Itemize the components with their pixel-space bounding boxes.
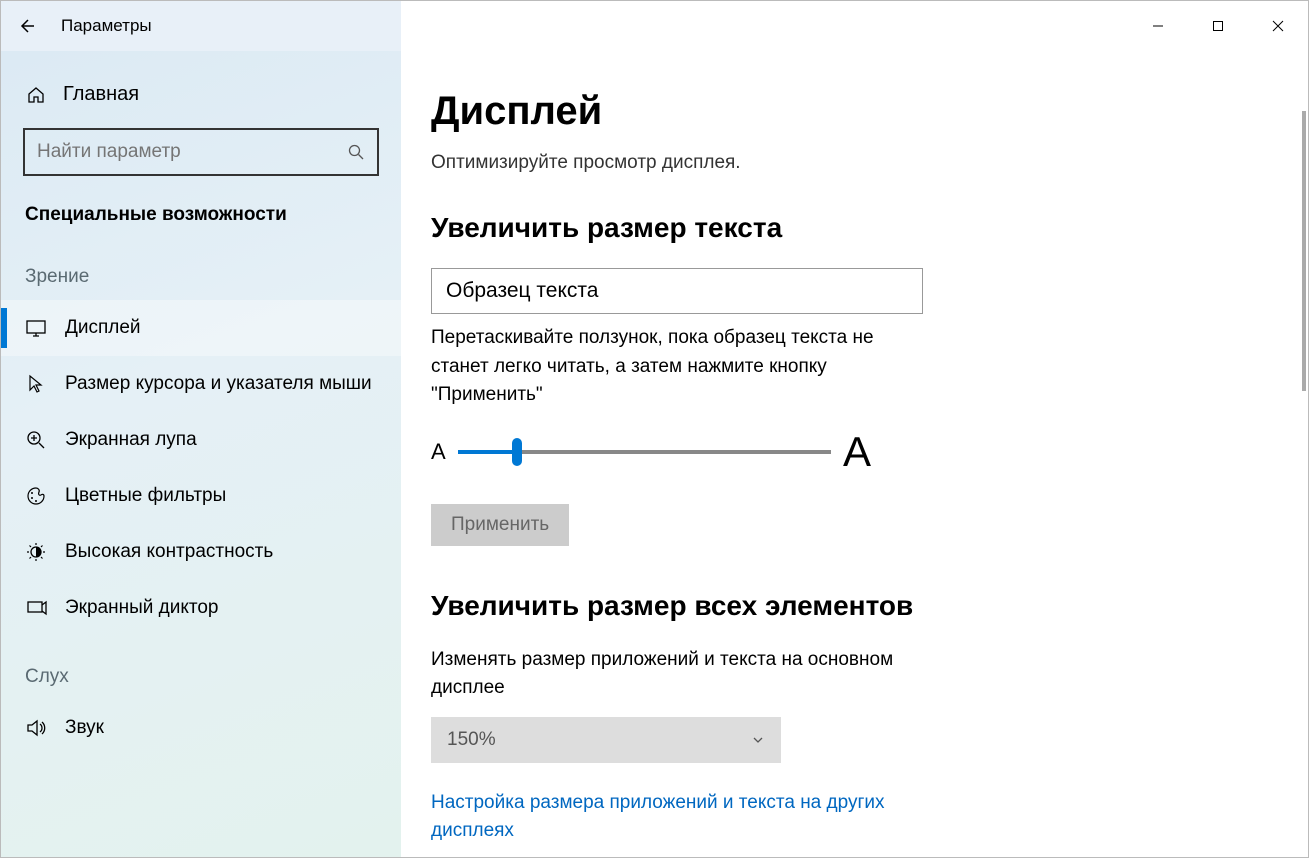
nav-high-contrast[interactable]: Высокая контрастность [1, 524, 401, 580]
nav-label: Экранный диктор [65, 596, 218, 621]
page-title: Дисплей [431, 89, 1268, 134]
sample-text-box: Образец текста [431, 268, 923, 314]
nav-label: Размер курсора и указателя мыши [65, 372, 372, 397]
back-button[interactable] [1, 1, 51, 51]
category-header: Специальные возможности [1, 194, 401, 236]
narrator-icon [25, 597, 47, 619]
nav-label: Дисплей [65, 316, 141, 341]
sidebar: Главная Специальные возможности Зрение Д… [1, 51, 401, 857]
speaker-icon [25, 717, 47, 739]
nav-narrator[interactable]: Экранный диктор [1, 580, 401, 636]
slider-thumb[interactable] [512, 438, 522, 466]
nav-label: Высокая контрастность [65, 540, 273, 565]
palette-icon [25, 485, 47, 507]
home-link[interactable]: Главная [1, 71, 401, 118]
minimize-icon [1152, 20, 1164, 32]
search-box[interactable] [23, 128, 379, 176]
nav-label: Цветные фильтры [65, 484, 226, 509]
scale-description: Изменять размер приложений и текста на о… [431, 646, 951, 703]
slider-instruction: Перетаскивайте ползунок, пока образец те… [431, 324, 923, 410]
search-icon [347, 143, 365, 161]
search-wrap [23, 128, 379, 176]
scale-value: 150% [447, 729, 496, 751]
maximize-icon [1212, 20, 1224, 32]
text-size-slider[interactable] [458, 450, 831, 454]
group-vision: Зрение [1, 236, 401, 300]
arrow-left-icon [17, 17, 35, 35]
section-text-size: Увеличить размер текста [431, 212, 1268, 244]
titlebar: Параметры [1, 1, 1308, 51]
window-controls [1128, 1, 1308, 51]
scale-dropdown[interactable]: 150% [431, 717, 781, 763]
contrast-icon [25, 541, 47, 563]
text-size-slider-row: A A [431, 428, 871, 476]
scrollbar[interactable] [1302, 111, 1306, 391]
monitor-icon [25, 317, 47, 339]
main-content: Дисплей Оптимизируйте просмотр дисплея. … [401, 51, 1308, 857]
nav-display[interactable]: Дисплей [1, 300, 401, 356]
home-icon [25, 84, 47, 106]
magnifier-icon [25, 429, 47, 451]
app-title: Параметры [61, 16, 152, 36]
nav-cursor-size[interactable]: Размер курсора и указателя мыши [1, 356, 401, 412]
page-subtitle: Оптимизируйте просмотр дисплея. [431, 152, 1268, 174]
nav-label: Экранная лупа [65, 428, 197, 453]
home-label: Главная [63, 83, 139, 106]
maximize-button[interactable] [1188, 1, 1248, 51]
chevron-down-icon [751, 733, 765, 747]
nav-color-filters[interactable]: Цветные фильтры [1, 468, 401, 524]
nav-label: Звук [65, 716, 104, 741]
nav-magnifier[interactable]: Экранная лупа [1, 412, 401, 468]
section-scale-all: Увеличить размер всех элементов [431, 590, 1268, 622]
cursor-icon [25, 373, 47, 395]
apply-button[interactable]: Применить [431, 504, 569, 546]
nav-sound[interactable]: Звук [1, 700, 401, 756]
close-button[interactable] [1248, 1, 1308, 51]
close-icon [1272, 20, 1284, 32]
big-a-label: A [843, 428, 871, 476]
minimize-button[interactable] [1128, 1, 1188, 51]
search-input[interactable] [37, 141, 347, 163]
link-other-displays[interactable]: Настройка размера приложений и текста на… [431, 789, 951, 846]
small-a-label: A [431, 439, 446, 465]
group-hearing: Слух [1, 636, 401, 700]
